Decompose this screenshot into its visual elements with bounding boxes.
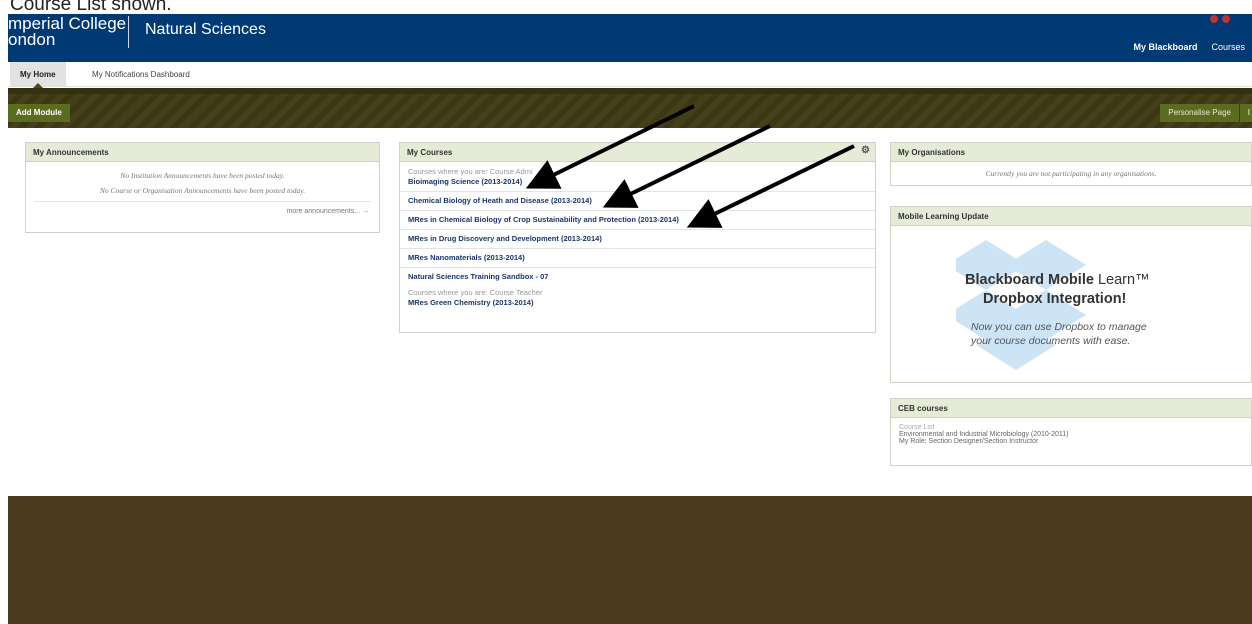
add-module-button[interactable]: Add Module — [8, 104, 70, 122]
ceb-courses-module: CEB courses Course List Environmental an… — [890, 398, 1252, 466]
announcements-title[interactable]: My Announcements — [26, 143, 379, 162]
course-announcements-text: No Course or Organisation Announcements … — [99, 186, 306, 195]
course-link[interactable]: MRes in Chemical Biology of Crop Sustain… — [400, 215, 875, 224]
organisations-module: My Organisations Currently you are not p… — [890, 142, 1252, 186]
module-toolbar: Add Module Personalise Page I — [8, 88, 1252, 128]
banner-dots — [1210, 14, 1240, 23]
mobile-learning-title[interactable]: Mobile Learning Update — [891, 207, 1251, 226]
course-link[interactable]: MRes Green Chemistry (2013-2014) — [400, 298, 875, 307]
ceb-course-list-label: Course List — [899, 424, 935, 431]
organisations-title[interactable]: My Organisations — [891, 143, 1251, 162]
course-link[interactable]: Bioimaging Science (2013-2014) — [400, 177, 875, 186]
institution-announcements-text: No Institution Announcements have been p… — [120, 171, 285, 180]
course-link[interactable]: MRes Nanomaterials (2013-2014) — [400, 253, 875, 262]
my-courses-title[interactable]: My Courses ⚙ — [400, 143, 875, 162]
role-admin-label: Courses where you are: Course Admi — [408, 167, 533, 176]
announcements-module: My Announcements No Institution Announce… — [25, 142, 380, 233]
my-courses-title-text: My Courses — [407, 148, 453, 157]
ceb-role-text: My Role: Section Designer/Section Instru… — [899, 438, 1039, 445]
course-list-item: MRes Green Chemistry (2013-2014) — [400, 297, 875, 312]
promo-title: Blackboard Mobile Learn™ — [965, 272, 1150, 288]
promo-title-bold: Blackboard Mobile — [965, 272, 1094, 288]
promo-subtitle: Dropbox Integration! — [983, 291, 1127, 307]
mobile-promo-banner[interactable]: Blackboard Mobile Learn™ Dropbox Integra… — [951, 240, 1191, 380]
course-list-item: Bioimaging Science (2013-2014) — [400, 176, 875, 192]
course-link[interactable]: Natural Sciences Training Sandbox - 07 — [400, 272, 875, 281]
course-list-item: Natural Sciences Training Sandbox - 07 — [400, 268, 875, 286]
blackboard-window: mperial College ondon Natural Sciences M… — [8, 14, 1252, 624]
promo-description-line-2: your course documents with ease. — [971, 335, 1131, 347]
tab-my-home[interactable]: My Home — [10, 62, 66, 88]
toolbar-extra-button[interactable]: I — [1240, 104, 1252, 122]
course-link[interactable]: MRes in Drug Discovery and Development (… — [400, 234, 875, 243]
course-list-item: MRes in Chemical Biology of Crop Sustain… — [400, 211, 875, 230]
promo-description: Now you can use Dropbox to manage your c… — [971, 320, 1147, 348]
banner-divider — [128, 16, 129, 48]
my-courses-module: My Courses ⚙ Courses where you are: Cour… — [399, 142, 876, 333]
header-banner: mperial College ondon Natural Sciences M… — [8, 14, 1252, 62]
nav-my-blackboard[interactable]: My Blackboard — [1126, 40, 1204, 54]
ceb-courses-title[interactable]: CEB courses — [891, 399, 1251, 418]
mobile-learning-module: Mobile Learning Update Blackboard Mobile… — [890, 206, 1252, 383]
organisations-empty-text: Currently you are not participating in a… — [985, 169, 1157, 178]
course-link[interactable]: Chemical Biology of Heath and Disease (2… — [400, 196, 875, 205]
nav-courses[interactable]: Courses — [1204, 40, 1252, 54]
announcements-divider — [34, 201, 371, 202]
logo-line-2: ondon — [8, 30, 56, 49]
page-footer — [8, 496, 1252, 624]
course-list-item: MRes in Drug Discovery and Development (… — [400, 230, 875, 249]
tab-notifications-dashboard[interactable]: My Notifications Dashboard — [82, 62, 200, 87]
personalise-page-button[interactable]: Personalise Page — [1160, 104, 1239, 122]
course-list-item: Chemical Biology of Heath and Disease (2… — [400, 192, 875, 211]
promo-description-line-1: Now you can use Dropbox to manage — [971, 321, 1147, 333]
site-name: Natural Sciences — [145, 21, 266, 38]
tab-bar: My Home My Notifications Dashboard — [8, 62, 1252, 88]
ceb-course-link[interactable]: Environmental and Industrial Microbiolog… — [891, 431, 1251, 438]
gear-icon[interactable]: ⚙ — [861, 146, 871, 156]
course-list-item: MRes Nanomaterials (2013-2014) — [400, 249, 875, 268]
more-announcements-link[interactable]: more announcements... → — [26, 208, 379, 215]
promo-title-thin: Learn™ — [1093, 272, 1150, 288]
top-nav: My Blackboard Courses — [1126, 40, 1252, 54]
role-teacher-label: Courses where you are: Course Teacher — [408, 288, 543, 297]
